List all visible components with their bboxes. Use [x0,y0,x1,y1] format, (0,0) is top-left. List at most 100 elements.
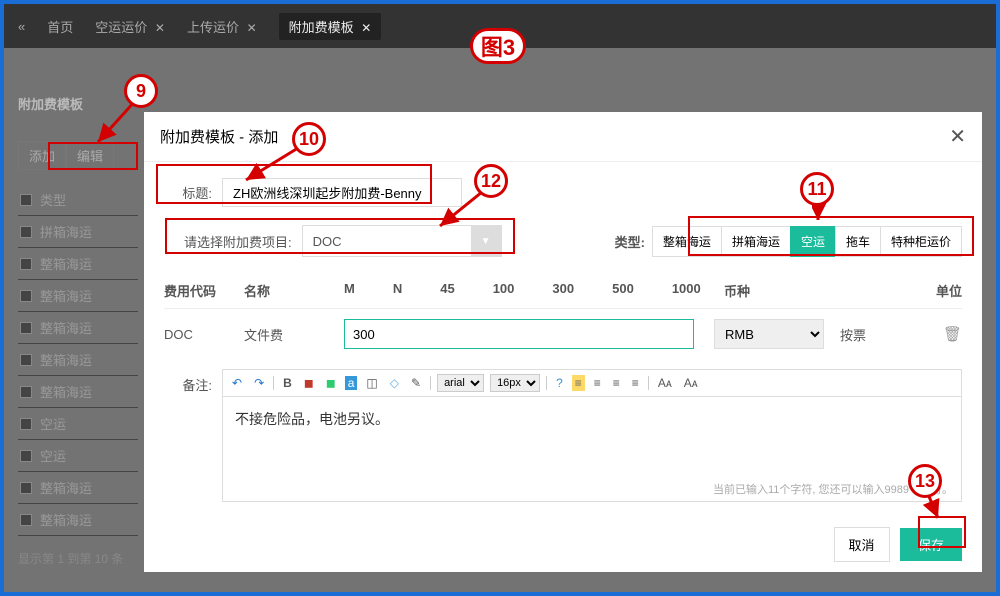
list-item-label: 整箱海运 [40,478,92,497]
list-item-label: 空运 [40,414,66,433]
align-justify-icon[interactable]: ≡ [629,374,642,392]
type-option[interactable]: 拼箱海运 [721,226,791,257]
nav-surcharge-template[interactable]: 附加费模板 ✕ [279,13,382,40]
checkbox[interactable] [20,418,32,430]
cancel-button[interactable]: 取消 [834,527,890,562]
list-item-label: 空运 [40,446,66,465]
list-item-label: 整箱海运 [40,286,92,305]
th-num: 500 [612,281,634,300]
checkbox[interactable] [20,226,32,238]
nav-home[interactable]: 首页 [47,17,73,36]
currency-select[interactable]: RMB [714,319,824,349]
th-code: 费用代码 [164,281,244,300]
checkbox[interactable] [20,322,32,334]
eraser-icon[interactable]: ◇ [387,374,402,392]
font-family-select[interactable]: arial [437,374,484,392]
pagination-info: 显示第 1 到第 10 条 [18,550,138,567]
save-button[interactable]: 保存 [900,528,962,561]
nav-up[interactable]: 上传运价 ✕ [187,17,257,36]
editor-content[interactable]: 不接危险品，电池另议。 [223,397,961,477]
undo-icon[interactable]: ↶ [229,374,245,392]
bold-icon[interactable]: B [280,374,295,392]
align-left-icon[interactable]: ≡ [572,375,585,391]
list-item[interactable]: 整箱海运 [18,376,138,408]
type-option[interactable]: 整箱海运 [652,226,722,257]
font-size-select[interactable]: 16px [490,374,540,392]
label-type: 类型: [615,232,645,251]
checkbox[interactable] [20,290,32,302]
th-name: 名称 [244,281,344,300]
list-item-label: 类型 [40,190,66,209]
th-currency: 币种 [724,281,844,300]
link-icon[interactable]: ✎ [408,374,424,392]
delete-row-icon[interactable]: 🗑 [943,325,962,343]
align-center-icon[interactable]: ≡ [591,374,604,392]
m-value-input[interactable] [344,319,694,349]
list-item[interactable]: 整箱海运 [18,344,138,376]
list-item[interactable]: 整箱海运 [18,504,138,536]
row-code: DOC [164,327,244,342]
type-option[interactable]: 特种柜运价 [880,226,962,257]
th-num: 100 [493,281,515,300]
insert-icon[interactable]: ◫ [363,374,380,392]
checkbox[interactable] [20,386,32,398]
color-icon[interactable]: ◼ [301,374,317,392]
type-option[interactable]: 空运 [790,226,836,257]
close-icon[interactable]: ✕ [361,21,371,35]
font-grow-icon[interactable]: Aᴀ [655,374,675,392]
list-item[interactable]: 整箱海运 [18,472,138,504]
th-num: 1000 [672,281,701,300]
th-unit: 单位 [872,281,962,300]
list-item[interactable]: 整箱海运 [18,248,138,280]
row-name: 文件费 [244,325,344,344]
nav-sea[interactable]: 空运运价 ✕ [95,17,165,36]
callout-10: 10 [292,122,326,156]
th-num: N [393,281,402,300]
list-item[interactable]: 整箱海运 [18,312,138,344]
checkbox[interactable] [20,450,32,462]
align-right-icon[interactable]: ≡ [610,374,623,392]
label-remark: 备注: [164,375,212,502]
list-item[interactable]: 拼箱海运 [18,216,138,248]
th-num: 45 [440,281,454,300]
list-item-label: 整箱海运 [40,254,92,273]
list-item[interactable]: 空运 [18,408,138,440]
label-title: 标题: [164,183,212,202]
callout-fig3: 图3 [470,28,526,64]
font-a-icon[interactable]: a [345,376,358,390]
callout-13: 13 [908,464,942,498]
th-num: 300 [552,281,574,300]
list-item-label: 整箱海运 [40,510,92,529]
callout-9: 9 [124,74,158,108]
checkbox[interactable] [20,194,32,206]
th-num: M [344,281,355,300]
add-button[interactable]: 添加 [18,141,66,170]
close-icon[interactable]: ✕ [247,21,257,35]
bgcolor-icon[interactable]: ◼ [323,374,339,392]
type-option[interactable]: 拖车 [835,226,881,257]
font-shrink-icon[interactable]: Aᴀ [681,374,701,392]
list-item-label: 整箱海运 [40,318,92,337]
list-item[interactable]: 类型 [18,184,138,216]
close-icon[interactable]: ✕ [155,21,165,35]
editor-toolbar: ↶ ↷ B ◼ ◼ a ◫ ◇ ✎ arial 16px ? ≡ ≡ [223,370,961,397]
help-icon[interactable]: ? [553,374,566,392]
checkbox[interactable] [20,514,32,526]
redo-icon[interactable]: ↷ [251,374,267,392]
rich-text-editor: ↶ ↷ B ◼ ◼ a ◫ ◇ ✎ arial 16px ? ≡ ≡ [222,369,962,502]
list-item[interactable]: 整箱海运 [18,280,138,312]
list-item-label: 整箱海运 [40,382,92,401]
editor-counter: 当前已输入11个字符, 您还可以输入9989个字符。 [223,477,961,501]
modal-close-button[interactable]: ✕ [949,124,966,149]
nav-collapse-icon[interactable]: « [18,19,25,34]
checkbox[interactable] [20,258,32,270]
checkbox[interactable] [20,354,32,366]
callout-12: 12 [474,164,508,198]
label-select-surcharge: 请选择附加费项目: [184,232,292,251]
list-item[interactable]: 空运 [18,440,138,472]
list-item-label: 整箱海运 [40,350,92,369]
list-item-label: 拼箱海运 [40,222,92,241]
row-unit: 按票 [840,325,890,344]
callout-11: 11 [800,172,834,206]
checkbox[interactable] [20,482,32,494]
